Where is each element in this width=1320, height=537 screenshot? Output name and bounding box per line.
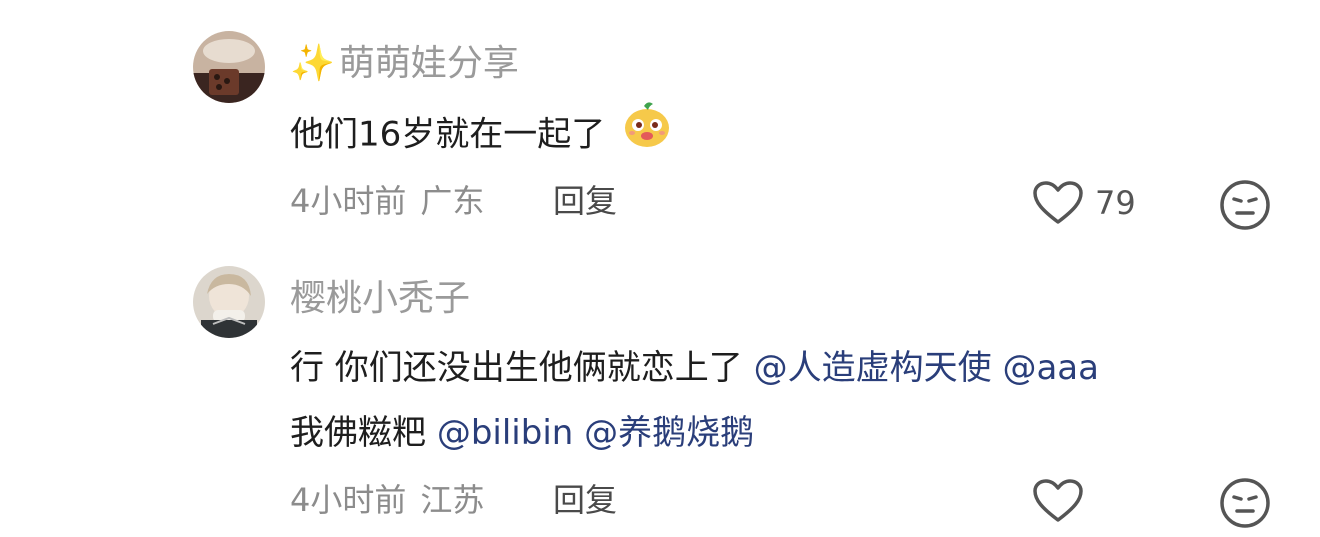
time: 4小时前 — [290, 481, 407, 519]
username[interactable]: 樱桃小秃子 — [290, 281, 470, 317]
reply-button[interactable]: 回复 — [553, 185, 617, 217]
mention-link[interactable]: @人造虚构天使 — [754, 348, 992, 388]
dislike-face-icon[interactable] — [1219, 477, 1271, 533]
reply-button[interactable]: 回复 — [553, 484, 617, 516]
mention-link[interactable]: @养鹅烧鹅 — [584, 413, 754, 453]
comment-meta: 4小时前 江苏 — [290, 484, 484, 516]
comment-meta: 4小时前 广东 — [290, 185, 484, 217]
like-count: 79 — [1095, 184, 1136, 222]
heart-icon[interactable] — [1032, 478, 1084, 528]
time: 4小时前 — [290, 182, 407, 220]
cute-face-emoji — [622, 100, 672, 172]
location: 广东 — [420, 182, 485, 220]
mention-link[interactable]: @bilibin — [437, 413, 574, 453]
avatar[interactable] — [193, 31, 265, 103]
comment-text-line-1: 行 你们还没出生他俩就恋上了 @人造虚构天使 @aaa — [290, 348, 1099, 388]
comment-text-line-2: 我佛糍粑 @bilibin @养鹅烧鹅 — [290, 412, 755, 453]
comment-text: 他们16岁就在一起了 — [290, 100, 672, 172]
dislike-face-icon[interactable] — [1219, 179, 1271, 235]
location: 江苏 — [420, 481, 485, 519]
sparkles-icon: ✨ — [290, 43, 335, 84]
username[interactable]: ✨ 萌萌娃分享 — [290, 46, 519, 82]
heart-icon[interactable] — [1032, 180, 1084, 230]
comment-text: 行 你们还没出生他俩就恋上了 @人造虚构天使 @aaa 我佛糍粑 @bilibi… — [290, 336, 1099, 465]
avatar[interactable] — [193, 266, 265, 338]
mention-link[interactable]: @aaa — [1002, 348, 1099, 388]
